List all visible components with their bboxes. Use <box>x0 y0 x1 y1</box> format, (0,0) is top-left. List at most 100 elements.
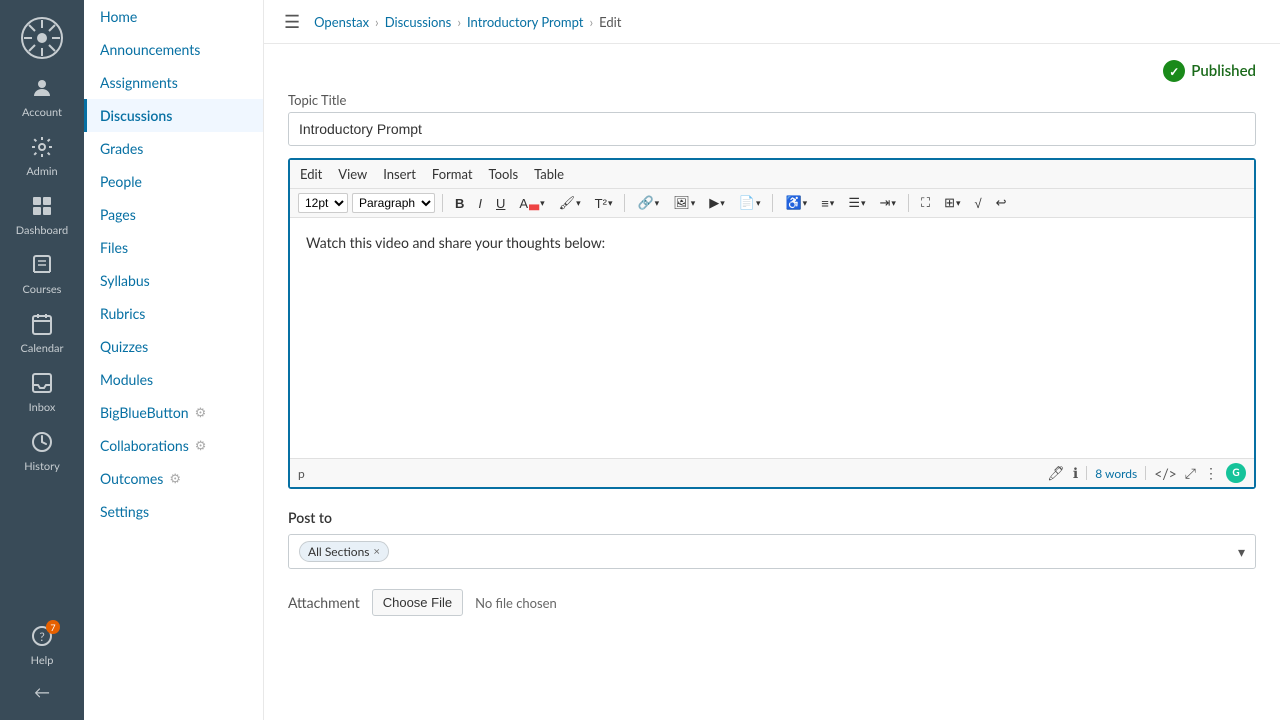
main-area: Home Announcements Assignments Discussio… <box>84 0 1280 720</box>
nav-item-quizzes[interactable]: Quizzes <box>84 330 263 363</box>
edit-info-icon[interactable]: 🖊 <box>1047 464 1065 482</box>
nav-item-announcements[interactable]: Announcements <box>84 33 263 66</box>
rte-path: p <box>298 466 305 481</box>
dashboard-icon <box>30 194 54 221</box>
nav-bigbluebutton-container: BigBlueButton ⚙ <box>100 404 247 421</box>
rte-footer: p 🖊 ℹ 8 words </> ⤢ ⋮ G <box>290 458 1254 487</box>
select-tags: All Sections × <box>299 541 389 562</box>
account-icon <box>30 76 54 103</box>
nav-item-settings[interactable]: Settings <box>84 495 263 528</box>
editor-content[interactable]: Watch this video and share your thoughts… <box>290 218 1254 458</box>
published-check-icon: ✓ <box>1163 60 1185 82</box>
code-view-icon[interactable]: </> <box>1154 465 1177 482</box>
status-bar: ✓ Published <box>288 60 1256 82</box>
account-label: Account <box>22 106 62 119</box>
rte-menu-table[interactable]: Table <box>534 164 564 184</box>
bold-button[interactable]: B <box>450 194 469 213</box>
image-button[interactable]: 🖼 ▾ <box>668 193 700 213</box>
superscript-button[interactable]: T² ▾ <box>590 194 618 213</box>
all-sections-label: All Sections <box>308 544 369 559</box>
no-file-text: No file chosen <box>475 595 557 611</box>
rte-footer-left: p <box>298 466 305 481</box>
help-badge: 7 <box>46 620 60 634</box>
inbox-label: Inbox <box>29 401 56 414</box>
more-options-icon[interactable]: ⋮ <box>1204 464 1218 482</box>
nav-item-rubrics[interactable]: Rubrics <box>84 297 263 330</box>
post-to-select[interactable]: All Sections × ▾ <box>288 534 1256 569</box>
font-size-select[interactable]: 12pt 10pt 14pt 18pt <box>298 193 348 213</box>
nav-item-files[interactable]: Files <box>84 231 263 264</box>
accessibility-button[interactable]: ♿ ▾ <box>780 193 812 213</box>
select-arrow-icon: ▾ <box>1238 543 1245 561</box>
help-badge-container: ? 7 <box>30 624 54 651</box>
rte-menu-tools[interactable]: Tools <box>489 164 519 184</box>
sidebar-item-help[interactable]: ? 7 Help <box>26 616 58 675</box>
sidebar-item-account[interactable]: Account <box>0 68 84 127</box>
nav-item-discussions[interactable]: Discussions <box>84 99 263 132</box>
nav-item-syllabus[interactable]: Syllabus <box>84 264 263 297</box>
rte-menu-edit[interactable]: Edit <box>300 164 322 184</box>
sidebar-item-calendar[interactable]: Calendar <box>0 304 84 363</box>
editor-text: Watch this video and share your thoughts… <box>306 234 1238 251</box>
nav-item-grades[interactable]: Grades <box>84 132 263 165</box>
nav-item-home[interactable]: Home <box>84 0 263 33</box>
courses-label: Courses <box>23 283 62 296</box>
calendar-icon <box>30 312 54 339</box>
breadcrumb-openstax[interactable]: Openstax <box>314 14 369 30</box>
underline-button[interactable]: U <box>491 194 510 213</box>
sidebar-logo[interactable] <box>0 8 84 68</box>
nav-item-people[interactable]: People <box>84 165 263 198</box>
doc-button[interactable]: 📄 ▾ <box>734 193 766 213</box>
menu-icon[interactable]: ☰ <box>284 10 300 33</box>
text-color-button[interactable]: A▃ ▾ <box>514 193 549 213</box>
paragraph-select[interactable]: Paragraph Heading 1 Heading 2 <box>352 193 435 213</box>
rte-menu-view[interactable]: View <box>338 164 367 184</box>
list-button[interactable]: ☰ ▾ <box>843 193 870 213</box>
admin-icon <box>30 135 54 162</box>
grammarly-icon[interactable]: G <box>1226 463 1246 483</box>
rte-menu-format[interactable]: Format <box>432 164 473 184</box>
info-icon[interactable]: ℹ <box>1073 464 1078 482</box>
toolbar-divider-1 <box>442 194 443 212</box>
topic-title-input[interactable] <box>288 112 1256 146</box>
toolbar-divider-2 <box>624 194 625 212</box>
italic-button[interactable]: I <box>473 194 487 213</box>
nav-item-modules[interactable]: Modules <box>84 363 263 396</box>
nav-item-bigbluebutton[interactable]: BigBlueButton ⚙ <box>84 396 263 429</box>
sidebar-collapse-button[interactable]: ← <box>26 675 58 710</box>
collapse-icon: ← <box>34 683 50 702</box>
courses-icon <box>30 253 54 280</box>
collaborations-icon: ⚙ <box>195 437 207 454</box>
rte-menu-insert[interactable]: Insert <box>383 164 416 184</box>
choose-file-button[interactable]: Choose File <box>372 589 463 616</box>
sidebar-item-admin[interactable]: Admin <box>0 127 84 186</box>
nav-item-collaborations[interactable]: Collaborations ⚙ <box>84 429 263 462</box>
tag-remove-button[interactable]: × <box>373 545 379 558</box>
published-text: Published <box>1191 62 1256 80</box>
formula-button[interactable]: √ <box>970 194 987 213</box>
all-sections-tag: All Sections × <box>299 541 389 562</box>
nav-sidebar: Home Announcements Assignments Discussio… <box>84 0 264 720</box>
table-insert-button[interactable]: ⊞ ▾ <box>939 193 965 213</box>
bigbluebutton-icon: ⚙ <box>195 404 207 421</box>
align-button[interactable]: ≡ ▾ <box>816 194 839 213</box>
sidebar-item-history[interactable]: History <box>0 422 84 481</box>
inbox-icon <box>30 371 54 398</box>
nav-item-pages[interactable]: Pages <box>84 198 263 231</box>
nav-item-assignments[interactable]: Assignments <box>84 66 263 99</box>
sidebar-item-courses[interactable]: Courses <box>0 245 84 304</box>
undo-button[interactable]: ↩ <box>991 193 1012 213</box>
media-button[interactable]: ▶ ▾ <box>704 193 730 213</box>
sidebar-item-dashboard[interactable]: Dashboard <box>0 186 84 245</box>
breadcrumb-discussions[interactable]: Discussions <box>385 14 452 30</box>
sidebar-item-inbox[interactable]: Inbox <box>0 363 84 422</box>
expand-icon[interactable]: ⤢ <box>1185 464 1196 482</box>
highlight-button[interactable]: 🖌 ▾ <box>554 193 586 213</box>
breadcrumb-topic[interactable]: Introductory Prompt <box>467 14 583 30</box>
attachment-label: Attachment <box>288 594 360 611</box>
link-button[interactable]: 🔗 ▾ <box>632 193 664 213</box>
fullscreen-button[interactable]: ⛶ <box>916 193 935 213</box>
indent-button[interactable]: ⇥ ▾ <box>875 193 901 213</box>
nav-item-outcomes[interactable]: Outcomes ⚙ <box>84 462 263 495</box>
rich-text-editor: Edit View Insert Format Tools Table 12pt… <box>288 158 1256 489</box>
